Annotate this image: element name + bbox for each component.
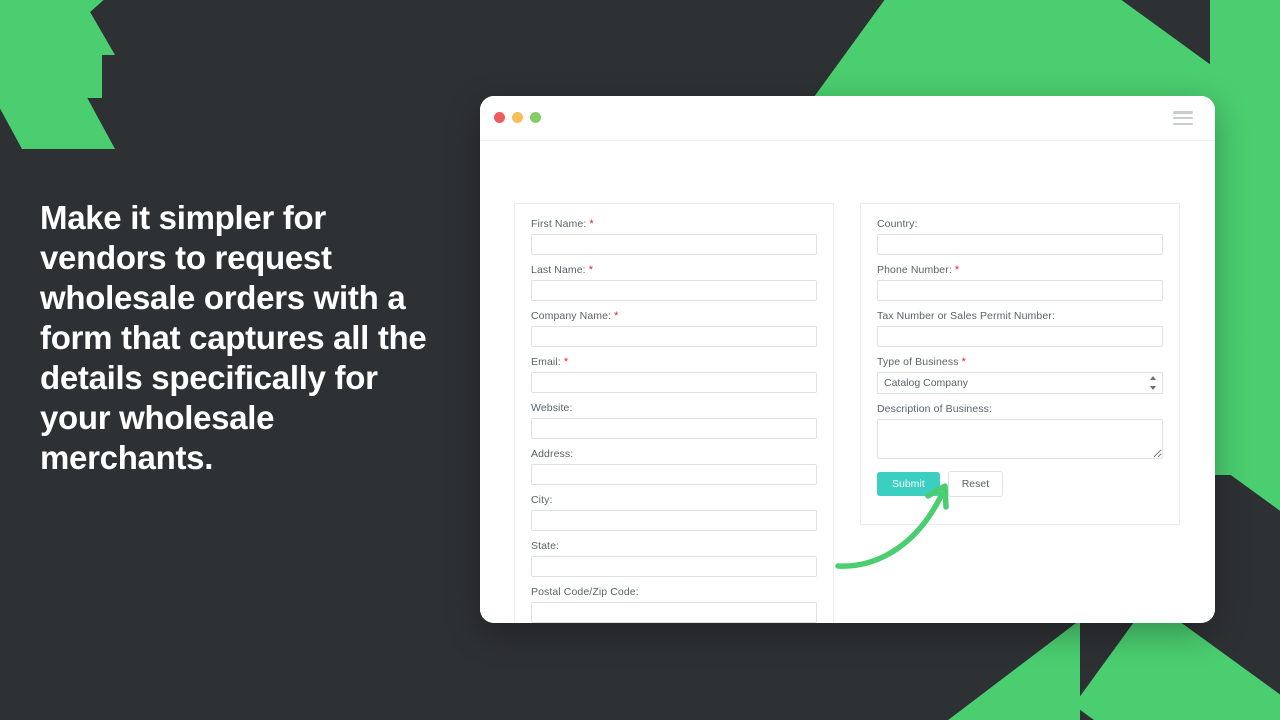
required-marker: *: [563, 356, 569, 368]
select-wrapper: Catalog Company: [877, 372, 1163, 394]
text-input[interactable]: [877, 234, 1163, 255]
field-label-text: City:: [531, 494, 553, 506]
field-label-text: Phone Number:: [877, 264, 952, 276]
field-label-text: Postal Code/Zip Code:: [531, 586, 639, 598]
field-label: Description of Business:: [877, 403, 1163, 415]
green-block-right-top: [1210, 0, 1280, 160]
text-input[interactable]: [531, 602, 817, 623]
browser-window: First Name: * Last Name: * Company Name: *…: [480, 96, 1215, 623]
field-label: Phone Number: *: [877, 264, 1163, 276]
type-of-business-select[interactable]: Catalog Company: [877, 372, 1163, 394]
text-input[interactable]: [531, 280, 817, 301]
field-label-text: Last Name:: [531, 264, 586, 276]
green-block-right-bottom: [1210, 355, 1280, 475]
form-field: Country:: [877, 218, 1163, 255]
field-label: Postal Code/Zip Code:: [531, 586, 817, 598]
form-field: Description of Business:: [877, 403, 1163, 459]
text-input[interactable]: [531, 234, 817, 255]
field-label: Website:: [531, 402, 817, 414]
form-field: City:: [531, 494, 817, 531]
field-label: First Name: *: [531, 218, 817, 230]
text-input[interactable]: [531, 326, 817, 347]
window-controls: [494, 112, 541, 123]
minimize-dot[interactable]: [512, 112, 523, 123]
slide-canvas: Make it simpler for vendors to request w…: [0, 0, 1280, 720]
maximize-dot[interactable]: [530, 112, 541, 123]
required-marker: *: [954, 264, 960, 276]
green-triangle-bottom-right: [935, 620, 1080, 720]
close-dot[interactable]: [494, 112, 505, 123]
form-panel-right: Country: Phone Number: * Tax Number or Sal…: [860, 203, 1180, 525]
form-field: State:: [531, 540, 817, 577]
form-field: Phone Number: *: [877, 264, 1163, 301]
field-label-text: Email:: [531, 356, 561, 368]
page-viewport: First Name: * Last Name: * Company Name: *…: [480, 141, 1215, 623]
text-input[interactable]: [531, 510, 817, 531]
text-input[interactable]: [531, 372, 817, 393]
form-field: Website:: [531, 402, 817, 439]
field-label: Type of Business *: [877, 356, 1163, 368]
text-input[interactable]: [877, 280, 1163, 301]
text-input[interactable]: [877, 326, 1163, 347]
field-label: Tax Number or Sales Permit Number:: [877, 310, 1163, 322]
field-label-text: Tax Number or Sales Permit Number:: [877, 310, 1055, 322]
field-label-text: Description of Business:: [877, 403, 993, 415]
field-label-text: Country:: [877, 218, 918, 230]
form-field: Address:: [531, 448, 817, 485]
text-input[interactable]: [531, 464, 817, 485]
form-field: Postal Code/Zip Code:: [531, 586, 817, 623]
field-label-text: Company Name:: [531, 310, 612, 322]
required-marker: *: [614, 310, 619, 322]
field-label: City:: [531, 494, 817, 506]
field-label-text: State:: [531, 540, 560, 552]
field-label: Last Name: *: [531, 264, 817, 276]
form-actions: Submit Reset: [877, 471, 1163, 497]
form-field: Tax Number or Sales Permit Number:: [877, 310, 1163, 347]
text-input[interactable]: [531, 418, 817, 439]
field-label-text: Address:: [531, 448, 574, 460]
form-field: Type of Business * Catalog Company: [877, 356, 1163, 394]
field-label-text: Type of Business: [877, 356, 959, 368]
text-input[interactable]: [531, 556, 817, 577]
field-label: Address:: [531, 448, 817, 460]
form-field: Email: *: [531, 356, 817, 393]
form-field: First Name: *: [531, 218, 817, 255]
description-of-business-textarea[interactable]: [877, 419, 1163, 459]
reset-button[interactable]: Reset: [947, 471, 1004, 497]
required-marker: *: [589, 218, 594, 230]
browser-titlebar: [480, 96, 1215, 141]
field-label: State:: [531, 540, 817, 552]
field-label-text: Website:: [531, 402, 573, 414]
field-label: Company Name: *: [531, 310, 817, 322]
required-marker: *: [588, 264, 594, 276]
field-label: Email: *: [531, 356, 817, 368]
form-field: Company Name: *: [531, 310, 817, 347]
form-panel-left: First Name: * Last Name: * Company Name: *…: [514, 203, 834, 623]
field-label-text: First Name:: [531, 218, 587, 230]
headline-text: Make it simpler for vendors to request w…: [40, 199, 427, 476]
required-marker: *: [961, 356, 966, 368]
hamburger-menu-icon[interactable]: [1173, 109, 1193, 127]
form-field: Last Name: *: [531, 264, 817, 301]
field-label: Country:: [877, 218, 1163, 230]
submit-button[interactable]: Submit: [877, 472, 940, 496]
